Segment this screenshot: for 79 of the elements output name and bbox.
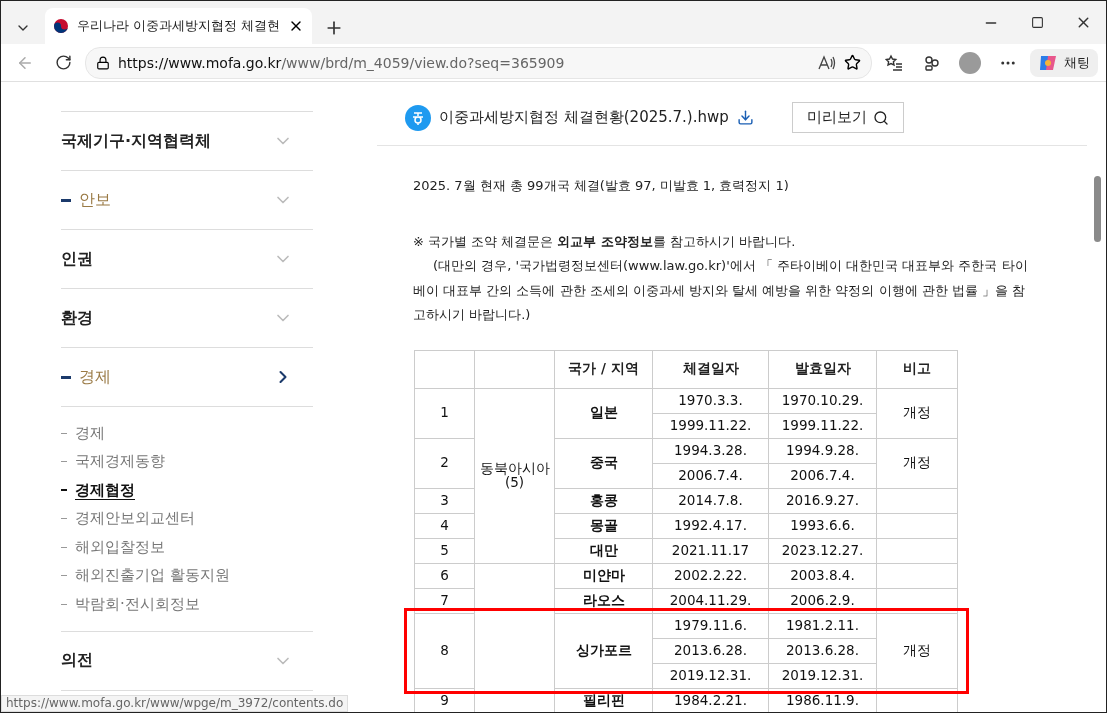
submenu-item[interactable]: 경제안보외교센터 [61, 504, 313, 533]
table-cell: 1993.6.6. [768, 513, 877, 538]
table-cell: 1970.10.29. [768, 388, 877, 413]
sidebar-item[interactable]: 인권 [61, 230, 313, 289]
star-list-icon[interactable] [885, 53, 903, 72]
table-cell: 개정 [876, 438, 958, 488]
file-link[interactable]: 이중과세방지협정 체결현황(2025.7.).hwp [439, 108, 729, 127]
browser-tab[interactable]: 우리나라 이중과세방지협정 체결현 [45, 8, 313, 44]
active-marker [61, 375, 71, 379]
table-cell: 2 [414, 438, 475, 488]
column-header: 국가 / 지역 [554, 350, 653, 388]
column-header: 체결일자 [652, 350, 769, 388]
table-cell: 6 [414, 563, 475, 588]
table-cell: 1992.4.17. [652, 513, 769, 538]
table-cell: 홍콩 [554, 488, 653, 513]
table-cell: 4 [414, 513, 475, 538]
profile-avatar[interactable] [959, 51, 981, 74]
preview-button[interactable]: 미리보기 [791, 102, 904, 133]
note-detail-text: (대만의 경우, '국가법령정보센터(www.law.go.kr)'에서 「 주타이베이 대한민국 대표부와 주한국 타이베이 대표부 간의 소득에 관한 조세의 이중과세 방지와 탈세 예방을 위한 약정의 이행에 관한 법률 」을 참고하시기 바랍니다.) [413, 257, 1028, 324]
lock-icon [96, 55, 110, 70]
table-cell: 1 [414, 388, 475, 438]
sidebar-item[interactable]: 의전 [61, 631, 313, 691]
table-cell: 5 [414, 538, 475, 563]
table-cell: 미얀마 [554, 563, 653, 588]
sidebar-item[interactable]: 경제 [61, 348, 313, 407]
column-header: 비고 [876, 350, 958, 388]
table-cell: 동북아시아 (5) [474, 388, 555, 563]
table-cell: 2021.11.17 [652, 538, 769, 563]
table-cell: 1970.3.3. [652, 388, 769, 413]
sidebar-item[interactable]: 안보 [61, 171, 313, 230]
table-cell: 3 [414, 488, 475, 513]
table-cell: 일본 [554, 388, 653, 438]
submenu-item[interactable]: 국제경제동향 [61, 447, 313, 476]
read-aloud-icon[interactable] [818, 54, 836, 71]
table-cell: 몽골 [554, 513, 653, 538]
table-cell: 2006.7.4. [652, 463, 769, 488]
table-cell: 1999.11.22. [652, 413, 769, 438]
table-cell: 대만 [554, 538, 653, 563]
table-cell: 개정 [876, 388, 958, 438]
status-url: https://www.mofa.go.kr/www/wpge/m_3972/contents.do [1, 695, 349, 712]
table-cell: 2016.9.27. [768, 488, 877, 513]
table-cell: 싱가포르 [554, 613, 653, 688]
table-cell: 2019.12.31. [652, 663, 769, 688]
submenu-item[interactable]: 경제 [61, 419, 313, 448]
table-cell: 2002.2.22. [652, 563, 769, 588]
table-cell: 중국 [554, 438, 653, 488]
table-cell: 2014.7.8. [652, 488, 769, 513]
table-cell: 2023.12.27. [768, 538, 877, 563]
star-icon[interactable] [844, 54, 861, 71]
table-cell: 1994.3.28. [652, 438, 769, 463]
address-bar[interactable]: https://www.mofa.go.kr/www/brd/m_4059/view.do?seq=365909 [85, 46, 872, 79]
table-cell: 1994.9.28. [768, 438, 877, 463]
table-cell: 1979.11.6. [652, 613, 769, 638]
table-cell: 7 [414, 588, 475, 613]
column-header: 발효일자 [768, 350, 877, 388]
search-icon [872, 109, 889, 126]
active-marker [61, 198, 71, 202]
table-cell: 2006.2.9. [768, 588, 877, 613]
submenu-item[interactable]: 경제협정 [61, 476, 313, 505]
maximize-icon[interactable] [1030, 16, 1044, 29]
table-cell: 1981.2.11. [768, 613, 877, 638]
submenu-item[interactable]: 해외진출기업 활동지원 [61, 561, 313, 590]
hwp-file-icon [405, 104, 431, 131]
table-cell: 2003.8.4. [768, 563, 877, 588]
table-cell: 라오스 [554, 588, 653, 613]
table-cell: 2013.6.28. [652, 638, 769, 663]
submenu-item[interactable]: 박람회·전시회정보 [61, 590, 313, 619]
submenu-item[interactable]: 해외입찰정보 [61, 533, 313, 562]
sidebar-item[interactable]: 환경 [61, 289, 313, 348]
summary-text: 2025. 7월 현재 총 99개국 체결(발효 97, 미발효 1, 효력정지 1) [413, 177, 790, 195]
collections-icon[interactable] [923, 53, 941, 72]
table-cell: 2004.11.29. [652, 588, 769, 613]
sidebar-item[interactable]: 국제기구·지역협력체 [61, 112, 313, 171]
download-icon[interactable] [736, 109, 754, 126]
flag-icon [53, 18, 69, 34]
reload-icon[interactable] [54, 54, 72, 71]
table-cell: 개정 [876, 613, 958, 688]
chat-button[interactable]: 채팅 [1030, 48, 1098, 77]
note-text: ※ 국가별 조약 체결문은 외교부 조약정보를 참고하시기 바랍니다. [413, 232, 797, 251]
